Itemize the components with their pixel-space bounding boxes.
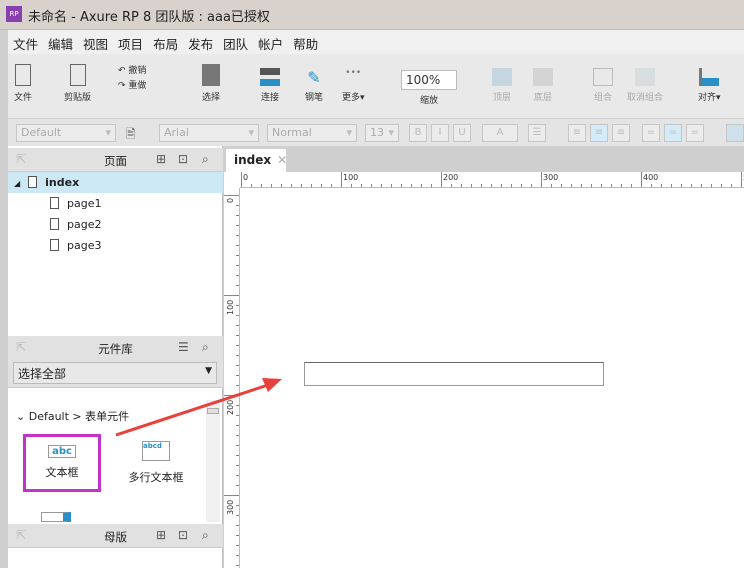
arrow-line — [115, 383, 269, 437]
arrow-head — [262, 378, 282, 392]
annotation-arrow — [115, 378, 282, 437]
